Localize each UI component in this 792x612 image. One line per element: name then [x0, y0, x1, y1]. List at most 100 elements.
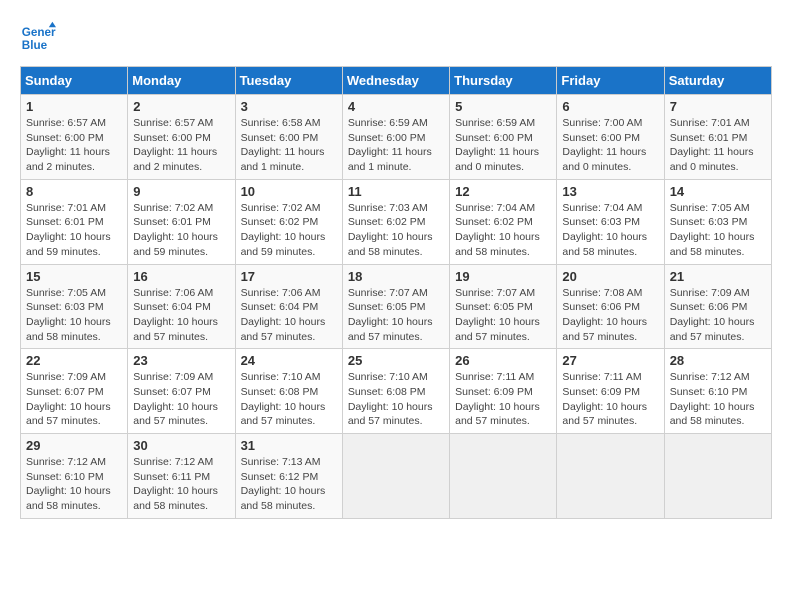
calendar-day-13: 13 Sunrise: 7:04 AMSunset: 6:03 PMDaylig…	[557, 179, 664, 264]
calendar-week-1: 1 Sunrise: 6:57 AMSunset: 6:00 PMDayligh…	[21, 95, 772, 180]
calendar-day-18: 18 Sunrise: 7:07 AMSunset: 6:05 PMDaylig…	[342, 264, 449, 349]
day-info: Sunrise: 7:02 AMSunset: 6:02 PMDaylight:…	[241, 201, 337, 260]
day-info: Sunrise: 7:08 AMSunset: 6:06 PMDaylight:…	[562, 286, 658, 345]
calendar-day-26: 26 Sunrise: 7:11 AMSunset: 6:09 PMDaylig…	[450, 349, 557, 434]
calendar-day-31: 31 Sunrise: 7:13 AMSunset: 6:12 PMDaylig…	[235, 434, 342, 519]
calendar-day-22: 22 Sunrise: 7:09 AMSunset: 6:07 PMDaylig…	[21, 349, 128, 434]
day-info: Sunrise: 7:06 AMSunset: 6:04 PMDaylight:…	[133, 286, 229, 345]
day-number: 26	[455, 353, 551, 368]
day-info: Sunrise: 7:10 AMSunset: 6:08 PMDaylight:…	[348, 370, 444, 429]
day-info: Sunrise: 7:03 AMSunset: 6:02 PMDaylight:…	[348, 201, 444, 260]
day-number: 11	[348, 184, 444, 199]
calendar-day-5: 5 Sunrise: 6:59 AMSunset: 6:00 PMDayligh…	[450, 95, 557, 180]
day-info: Sunrise: 7:04 AMSunset: 6:02 PMDaylight:…	[455, 201, 551, 260]
day-info: Sunrise: 7:05 AMSunset: 6:03 PMDaylight:…	[26, 286, 122, 345]
day-info: Sunrise: 7:09 AMSunset: 6:07 PMDaylight:…	[26, 370, 122, 429]
calendar-table: SundayMondayTuesdayWednesdayThursdayFrid…	[20, 66, 772, 519]
day-number: 13	[562, 184, 658, 199]
day-number: 20	[562, 269, 658, 284]
calendar-day-11: 11 Sunrise: 7:03 AMSunset: 6:02 PMDaylig…	[342, 179, 449, 264]
day-info: Sunrise: 7:07 AMSunset: 6:05 PMDaylight:…	[348, 286, 444, 345]
calendar-day-24: 24 Sunrise: 7:10 AMSunset: 6:08 PMDaylig…	[235, 349, 342, 434]
day-info: Sunrise: 6:57 AMSunset: 6:00 PMDaylight:…	[26, 116, 122, 175]
day-info: Sunrise: 7:12 AMSunset: 6:10 PMDaylight:…	[670, 370, 766, 429]
calendar-day-1: 1 Sunrise: 6:57 AMSunset: 6:00 PMDayligh…	[21, 95, 128, 180]
calendar-day-20: 20 Sunrise: 7:08 AMSunset: 6:06 PMDaylig…	[557, 264, 664, 349]
day-number: 29	[26, 438, 122, 453]
day-info: Sunrise: 6:58 AMSunset: 6:00 PMDaylight:…	[241, 116, 337, 175]
calendar-day-16: 16 Sunrise: 7:06 AMSunset: 6:04 PMDaylig…	[128, 264, 235, 349]
day-number: 17	[241, 269, 337, 284]
day-info: Sunrise: 7:05 AMSunset: 6:03 PMDaylight:…	[670, 201, 766, 260]
calendar-day-15: 15 Sunrise: 7:05 AMSunset: 6:03 PMDaylig…	[21, 264, 128, 349]
calendar-week-3: 15 Sunrise: 7:05 AMSunset: 6:03 PMDaylig…	[21, 264, 772, 349]
day-number: 7	[670, 99, 766, 114]
day-number: 22	[26, 353, 122, 368]
day-number: 14	[670, 184, 766, 199]
calendar-day-12: 12 Sunrise: 7:04 AMSunset: 6:02 PMDaylig…	[450, 179, 557, 264]
calendar-day-19: 19 Sunrise: 7:07 AMSunset: 6:05 PMDaylig…	[450, 264, 557, 349]
calendar-day-27: 27 Sunrise: 7:11 AMSunset: 6:09 PMDaylig…	[557, 349, 664, 434]
calendar-day-9: 9 Sunrise: 7:02 AMSunset: 6:01 PMDayligh…	[128, 179, 235, 264]
day-number: 16	[133, 269, 229, 284]
empty-cell	[557, 434, 664, 519]
calendar-day-3: 3 Sunrise: 6:58 AMSunset: 6:00 PMDayligh…	[235, 95, 342, 180]
day-number: 24	[241, 353, 337, 368]
weekday-header-friday: Friday	[557, 67, 664, 95]
day-number: 18	[348, 269, 444, 284]
day-number: 15	[26, 269, 122, 284]
day-number: 1	[26, 99, 122, 114]
day-number: 8	[26, 184, 122, 199]
page-header: General Blue	[20, 20, 772, 56]
logo-icon: General Blue	[20, 20, 56, 56]
day-number: 23	[133, 353, 229, 368]
day-info: Sunrise: 7:13 AMSunset: 6:12 PMDaylight:…	[241, 455, 337, 514]
day-info: Sunrise: 7:04 AMSunset: 6:03 PMDaylight:…	[562, 201, 658, 260]
day-info: Sunrise: 7:00 AMSunset: 6:00 PMDaylight:…	[562, 116, 658, 175]
day-number: 2	[133, 99, 229, 114]
day-number: 28	[670, 353, 766, 368]
day-number: 12	[455, 184, 551, 199]
day-info: Sunrise: 7:06 AMSunset: 6:04 PMDaylight:…	[241, 286, 337, 345]
calendar-day-17: 17 Sunrise: 7:06 AMSunset: 6:04 PMDaylig…	[235, 264, 342, 349]
calendar-day-28: 28 Sunrise: 7:12 AMSunset: 6:10 PMDaylig…	[664, 349, 771, 434]
empty-cell	[450, 434, 557, 519]
day-number: 10	[241, 184, 337, 199]
calendar-day-7: 7 Sunrise: 7:01 AMSunset: 6:01 PMDayligh…	[664, 95, 771, 180]
day-info: Sunrise: 7:11 AMSunset: 6:09 PMDaylight:…	[455, 370, 551, 429]
svg-text:Blue: Blue	[22, 39, 48, 52]
day-number: 27	[562, 353, 658, 368]
day-number: 31	[241, 438, 337, 453]
day-info: Sunrise: 6:57 AMSunset: 6:00 PMDaylight:…	[133, 116, 229, 175]
empty-cell	[342, 434, 449, 519]
day-info: Sunrise: 7:12 AMSunset: 6:11 PMDaylight:…	[133, 455, 229, 514]
day-info: Sunrise: 7:11 AMSunset: 6:09 PMDaylight:…	[562, 370, 658, 429]
calendar-week-4: 22 Sunrise: 7:09 AMSunset: 6:07 PMDaylig…	[21, 349, 772, 434]
calendar-day-29: 29 Sunrise: 7:12 AMSunset: 6:10 PMDaylig…	[21, 434, 128, 519]
empty-cell	[664, 434, 771, 519]
calendar-day-2: 2 Sunrise: 6:57 AMSunset: 6:00 PMDayligh…	[128, 95, 235, 180]
day-info: Sunrise: 6:59 AMSunset: 6:00 PMDaylight:…	[455, 116, 551, 175]
day-number: 4	[348, 99, 444, 114]
day-number: 19	[455, 269, 551, 284]
day-info: Sunrise: 7:01 AMSunset: 6:01 PMDaylight:…	[26, 201, 122, 260]
day-info: Sunrise: 7:07 AMSunset: 6:05 PMDaylight:…	[455, 286, 551, 345]
day-number: 6	[562, 99, 658, 114]
weekday-header-monday: Monday	[128, 67, 235, 95]
calendar-week-5: 29 Sunrise: 7:12 AMSunset: 6:10 PMDaylig…	[21, 434, 772, 519]
day-number: 25	[348, 353, 444, 368]
day-number: 3	[241, 99, 337, 114]
day-info: Sunrise: 7:01 AMSunset: 6:01 PMDaylight:…	[670, 116, 766, 175]
calendar-day-30: 30 Sunrise: 7:12 AMSunset: 6:11 PMDaylig…	[128, 434, 235, 519]
calendar-day-25: 25 Sunrise: 7:10 AMSunset: 6:08 PMDaylig…	[342, 349, 449, 434]
weekday-header-tuesday: Tuesday	[235, 67, 342, 95]
weekday-header-thursday: Thursday	[450, 67, 557, 95]
day-number: 30	[133, 438, 229, 453]
day-info: Sunrise: 7:12 AMSunset: 6:10 PMDaylight:…	[26, 455, 122, 514]
calendar-day-10: 10 Sunrise: 7:02 AMSunset: 6:02 PMDaylig…	[235, 179, 342, 264]
calendar-day-6: 6 Sunrise: 7:00 AMSunset: 6:00 PMDayligh…	[557, 95, 664, 180]
day-info: Sunrise: 7:09 AMSunset: 6:06 PMDaylight:…	[670, 286, 766, 345]
calendar-day-14: 14 Sunrise: 7:05 AMSunset: 6:03 PMDaylig…	[664, 179, 771, 264]
weekday-header-saturday: Saturday	[664, 67, 771, 95]
day-number: 9	[133, 184, 229, 199]
